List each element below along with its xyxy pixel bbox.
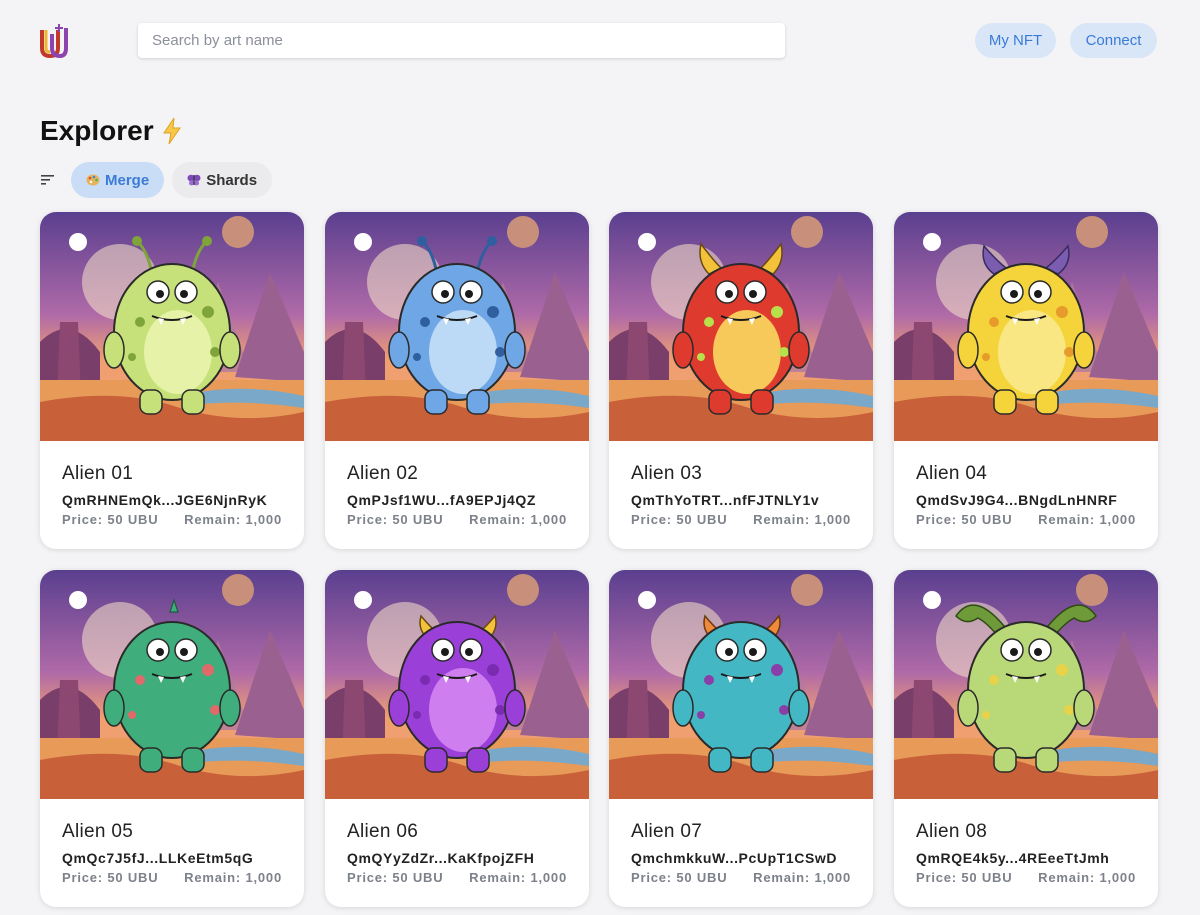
- nft-card-info: Alien 03 QmThYoTRT...nfFJTNLY1v Price: 5…: [609, 441, 873, 527]
- shards-label: Shards: [206, 171, 258, 189]
- nft-remain: Remain: 1,000: [469, 512, 567, 527]
- my-nft-button[interactable]: My NFT: [975, 23, 1056, 58]
- top-bar: My NFT Connect: [0, 0, 1200, 80]
- palette-icon: [86, 174, 100, 186]
- nft-card-6[interactable]: Alien 06 QmQYyZdZr...KaKfpojZFH Price: 5…: [325, 570, 589, 907]
- merge-filter-chip[interactable]: Merge: [71, 162, 165, 198]
- nft-hash: QmQYyZdZr...KaKfpojZFH: [347, 850, 535, 866]
- nft-card-info: Alien 08 QmRQE4k5y...4REeeTtJmh Price: 5…: [894, 799, 1158, 885]
- merge-label: Merge: [105, 171, 150, 189]
- nft-card-info: Alien 05 QmQc7J5fJ...LLKeEtm5qG Price: 5…: [40, 799, 304, 885]
- filter-bar: Merge Shards: [40, 162, 273, 198]
- nft-hash: QmRQE4k5y...4REeeTtJmh: [916, 850, 1110, 866]
- page-title: Explorer: [40, 115, 154, 146]
- nft-remain: Remain: 1,000: [753, 512, 851, 527]
- butterfly-icon: [187, 174, 201, 186]
- nft-artwork-image: [325, 570, 589, 799]
- nft-price: Price: 50 UBU: [347, 870, 444, 885]
- nft-price: Price: 50 UBU: [347, 512, 444, 527]
- nft-price: Price: 50 UBU: [916, 870, 1013, 885]
- connect-button[interactable]: Connect: [1070, 23, 1157, 58]
- nft-name: Alien 01: [62, 463, 134, 484]
- nft-name: Alien 02: [347, 463, 419, 484]
- search-input[interactable]: [138, 23, 785, 58]
- nft-card-3[interactable]: Alien 03 QmThYoTRT...nfFJTNLY1v Price: 5…: [609, 212, 873, 549]
- nft-remain: Remain: 1,000: [753, 870, 851, 885]
- nft-hash: QmThYoTRT...nfFJTNLY1v: [631, 492, 820, 508]
- nft-name: Alien 03: [631, 463, 703, 484]
- nft-hash: QmdSvJ9G4...BNgdLnHNRF: [916, 492, 1118, 508]
- nft-artwork-image: [609, 570, 873, 799]
- nft-name: Alien 06: [347, 821, 419, 842]
- nft-meta: Price: 50 UBU Remain: 1,000: [631, 870, 851, 885]
- nft-remain: Remain: 1,000: [184, 870, 282, 885]
- nft-price: Price: 50 UBU: [631, 512, 728, 527]
- nft-card-4[interactable]: Alien 04 QmdSvJ9G4...BNgdLnHNRF Price: 5…: [894, 212, 1158, 549]
- nft-artwork-image: [40, 212, 304, 441]
- nft-name: Alien 05: [62, 821, 134, 842]
- nft-meta: Price: 50 UBU Remain: 1,000: [916, 870, 1136, 885]
- nft-price: Price: 50 UBU: [916, 512, 1013, 527]
- nft-remain: Remain: 1,000: [469, 870, 567, 885]
- nft-name: Alien 04: [916, 463, 988, 484]
- nft-hash: QmchmkkuW...PcUpT1CSwD: [631, 850, 838, 866]
- nft-price: Price: 50 UBU: [62, 870, 159, 885]
- app-logo-icon[interactable]: [38, 22, 70, 60]
- nft-price: Price: 50 UBU: [631, 870, 728, 885]
- nft-meta: Price: 50 UBU Remain: 1,000: [62, 512, 282, 527]
- nft-price: Price: 50 UBU: [62, 512, 159, 527]
- nft-meta: Price: 50 UBU Remain: 1,000: [347, 512, 567, 527]
- nft-artwork-image: [40, 570, 304, 799]
- nft-card-7[interactable]: Alien 07 QmchmkkuW...PcUpT1CSwD Price: 5…: [609, 570, 873, 907]
- nft-meta: Price: 50 UBU Remain: 1,000: [347, 870, 567, 885]
- shards-filter-chip[interactable]: Shards: [172, 162, 273, 198]
- page-title-row: Explorer: [40, 115, 184, 147]
- nft-artwork-image: [894, 212, 1158, 441]
- nft-hash: QmQc7J5fJ...LLKeEtm5qG: [62, 850, 254, 866]
- nft-hash: QmRHNEmQk...JGE6NjnRyK: [62, 492, 268, 508]
- nft-card-8[interactable]: Alien 08 QmRQE4k5y...4REeeTtJmh Price: 5…: [894, 570, 1158, 907]
- nft-card-5[interactable]: Alien 05 QmQc7J5fJ...LLKeEtm5qG Price: 5…: [40, 570, 304, 907]
- nft-artwork-image: [609, 212, 873, 441]
- nft-card-info: Alien 07 QmchmkkuW...PcUpT1CSwD Price: 5…: [609, 799, 873, 885]
- nft-card-info: Alien 02 QmPJsf1WU...fA9EPJj4QZ Price: 5…: [325, 441, 589, 527]
- nft-card-info: Alien 04 QmdSvJ9G4...BNgdLnHNRF Price: 5…: [894, 441, 1158, 527]
- sort-icon[interactable]: [41, 174, 55, 186]
- nft-card-info: Alien 01 QmRHNEmQk...JGE6NjnRyK Price: 5…: [40, 441, 304, 527]
- nft-name: Alien 08: [916, 821, 988, 842]
- nft-meta: Price: 50 UBU Remain: 1,000: [631, 512, 851, 527]
- nft-card-info: Alien 06 QmQYyZdZr...KaKfpojZFH Price: 5…: [325, 799, 589, 885]
- nft-artwork-image: [894, 570, 1158, 799]
- nft-remain: Remain: 1,000: [1038, 512, 1136, 527]
- nft-meta: Price: 50 UBU Remain: 1,000: [916, 512, 1136, 527]
- nft-name: Alien 07: [631, 821, 703, 842]
- nft-artwork-image: [325, 212, 589, 441]
- nft-remain: Remain: 1,000: [184, 512, 282, 527]
- nft-card-2[interactable]: Alien 02 QmPJsf1WU...fA9EPJj4QZ Price: 5…: [325, 212, 589, 549]
- nft-hash: QmPJsf1WU...fA9EPJj4QZ: [347, 492, 537, 508]
- nft-meta: Price: 50 UBU Remain: 1,000: [62, 870, 282, 885]
- nft-remain: Remain: 1,000: [1038, 870, 1136, 885]
- nft-card-1[interactable]: Alien 01 QmRHNEmQk...JGE6NjnRyK Price: 5…: [40, 212, 304, 549]
- lightning-icon: [162, 117, 181, 145]
